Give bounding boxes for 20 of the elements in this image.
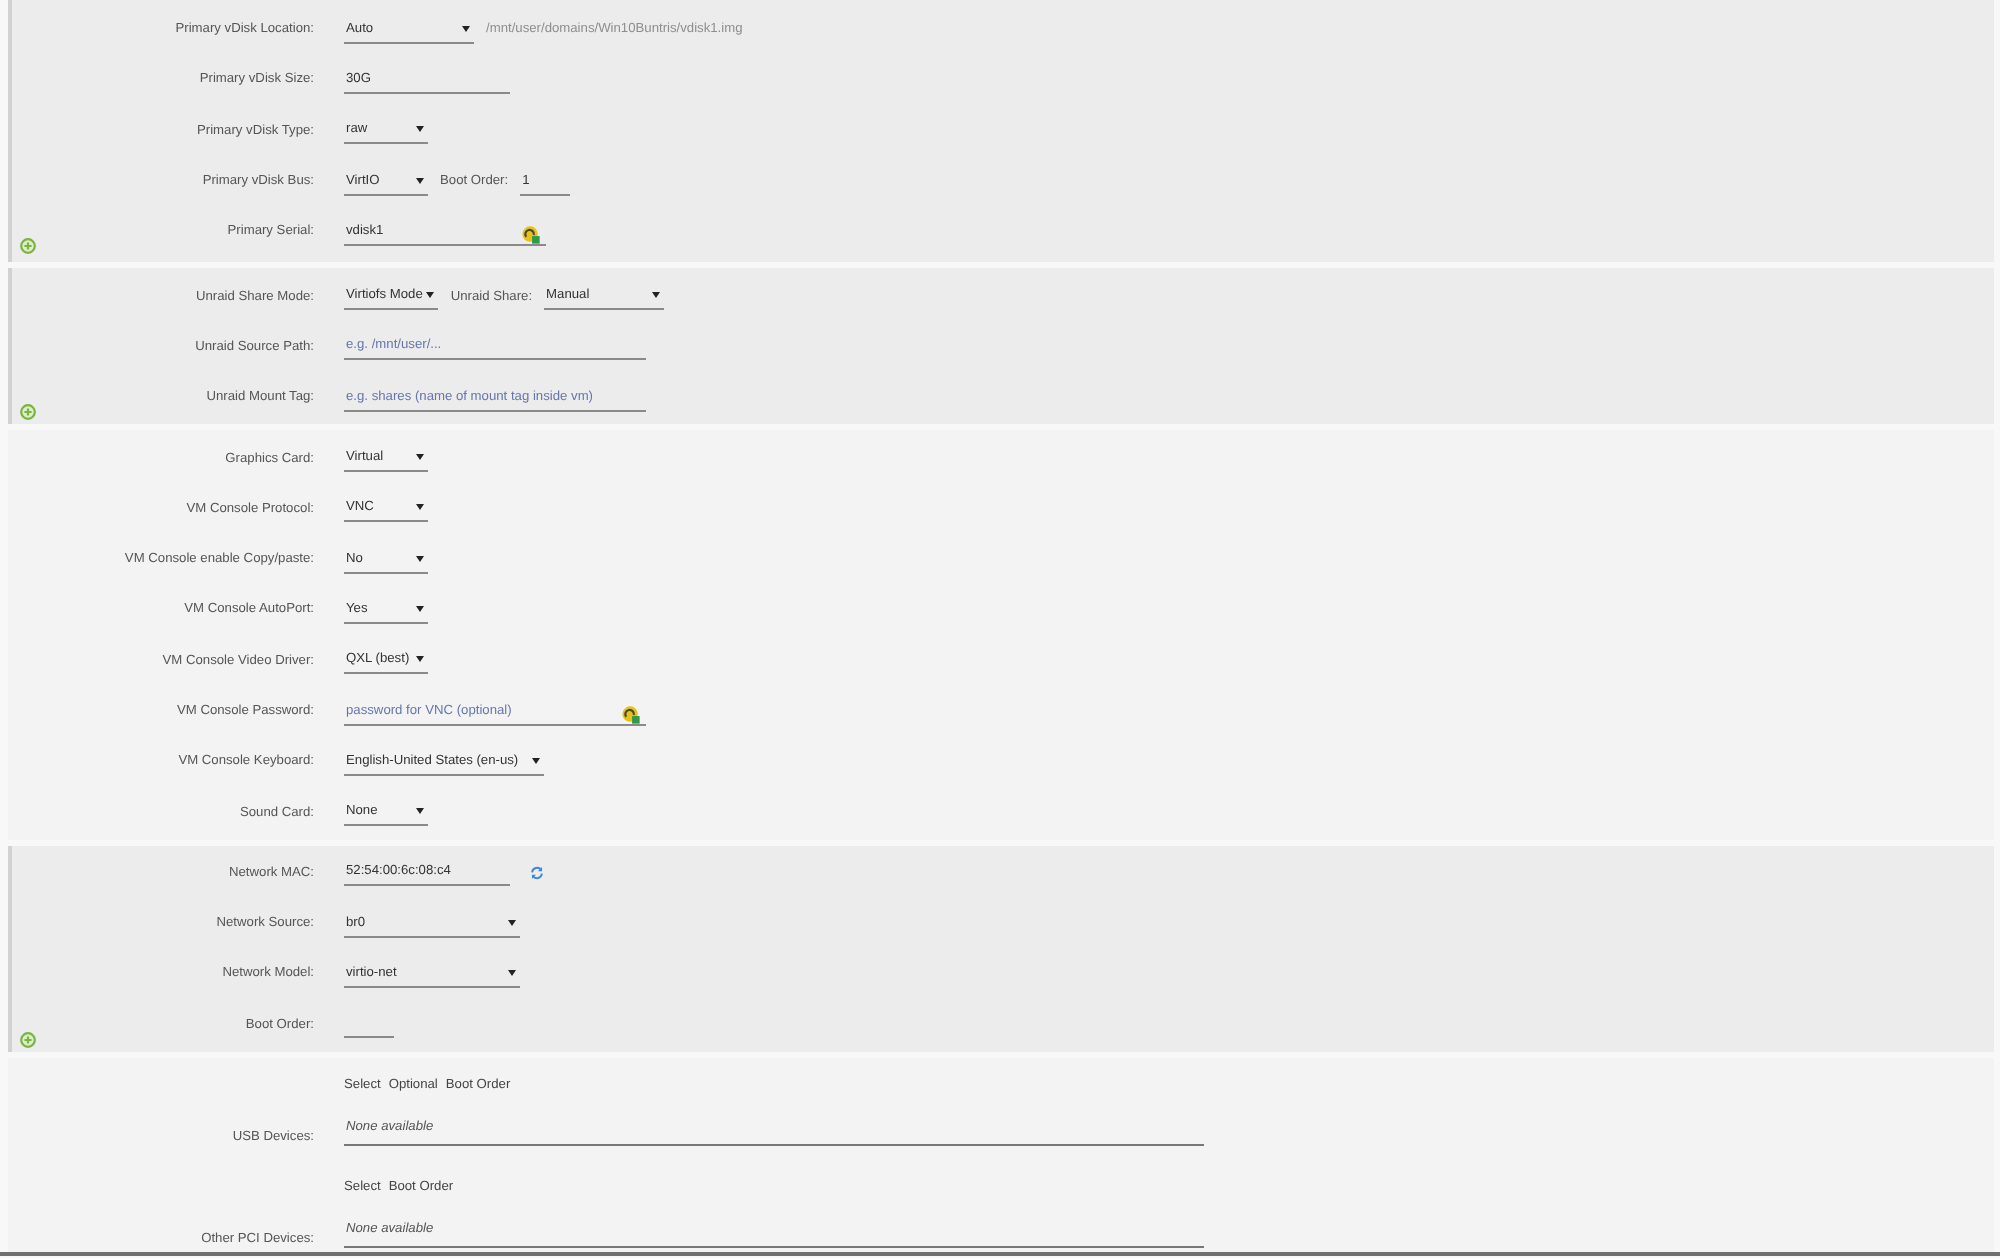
caret-icon — [416, 454, 424, 461]
refresh-icon[interactable] — [530, 865, 544, 880]
disc-badge-icon[interactable] — [622, 705, 640, 723]
caret-icon — [508, 919, 516, 926]
add-icon[interactable] — [20, 1031, 36, 1048]
caret-icon — [416, 126, 424, 133]
caret-icon — [416, 808, 424, 815]
caret-icon — [426, 292, 435, 299]
add-icon[interactable] — [20, 404, 36, 421]
caret-icon — [462, 25, 470, 32]
caret-icon — [416, 605, 424, 612]
caret-icon — [416, 555, 424, 562]
caret-icon — [416, 177, 424, 184]
caret-icon — [652, 292, 661, 299]
caret-icon — [532, 757, 540, 764]
caret-icon — [416, 656, 424, 663]
caret-icon — [416, 504, 424, 511]
add-icon[interactable] — [20, 238, 36, 255]
disc-badge-icon[interactable] — [522, 225, 540, 244]
caret-icon — [508, 969, 516, 976]
